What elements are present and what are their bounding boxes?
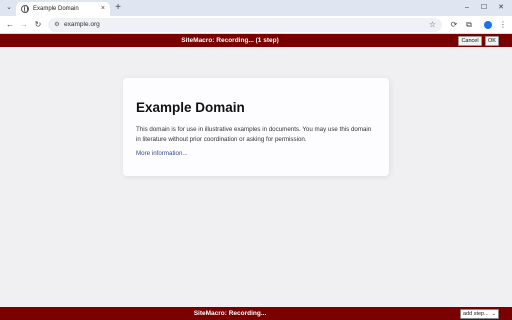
- page-title: Example Domain: [136, 100, 245, 115]
- content-card: Example Domain This domain is for use in…: [123, 78, 389, 176]
- tab-strip: ⌄ Example Domain × + – ☐ ✕: [0, 0, 512, 16]
- extension-icon[interactable]: ⟳: [448, 18, 460, 32]
- recording-status-bottom: SiteMacro: Recording...: [193, 310, 267, 317]
- page-viewport: Example Domain This domain is for use in…: [0, 47, 512, 307]
- forward-button[interactable]: →: [18, 18, 30, 32]
- more-information-link[interactable]: More information...: [136, 149, 188, 158]
- profile-avatar[interactable]: [482, 18, 494, 32]
- chevron-down-icon: ⌄: [491, 311, 496, 317]
- close-tab-icon[interactable]: ×: [101, 4, 105, 14]
- close-window-button[interactable]: ✕: [494, 1, 508, 14]
- avatar-icon: [484, 21, 492, 29]
- new-tab-button[interactable]: +: [113, 2, 123, 14]
- tab-search-icon[interactable]: ⌄: [4, 3, 14, 13]
- add-step-select[interactable]: add step... ⌄: [460, 309, 499, 319]
- globe-icon: [21, 5, 29, 13]
- tab-title: Example Domain: [33, 6, 79, 12]
- cancel-button[interactable]: Cancel: [458, 36, 482, 46]
- site-info-icon[interactable]: ⚙: [52, 19, 62, 31]
- browser-toolbar: ← → ↻ ⚙ example.org ☆ ⟳ ⧉ ⋮: [0, 16, 512, 34]
- add-step-label: add step...: [463, 311, 489, 317]
- maximize-button[interactable]: ☐: [477, 1, 491, 14]
- back-button[interactable]: ←: [4, 18, 16, 32]
- bookmark-star-icon[interactable]: ☆: [429, 18, 436, 32]
- page-paragraph: This domain is for use in illustrative e…: [136, 126, 372, 143]
- address-bar[interactable]: ⚙ example.org ☆: [48, 18, 442, 32]
- url-text[interactable]: example.org: [64, 18, 100, 32]
- minimize-button[interactable]: –: [460, 1, 474, 14]
- recording-bar-bottom: SiteMacro: Recording... add step... ⌄: [0, 307, 512, 320]
- kebab-menu-icon[interactable]: ⋮: [497, 18, 509, 32]
- extensions-puzzle-icon[interactable]: ⧉: [463, 18, 475, 32]
- recording-bar-top: SiteMacro: Recording... (1 step) Cancel …: [0, 34, 512, 47]
- reload-button[interactable]: ↻: [32, 18, 44, 32]
- recording-status: SiteMacro: Recording... (1 step): [181, 37, 279, 44]
- tab-example-domain[interactable]: Example Domain ×: [16, 2, 110, 16]
- ok-button[interactable]: OK: [485, 36, 499, 46]
